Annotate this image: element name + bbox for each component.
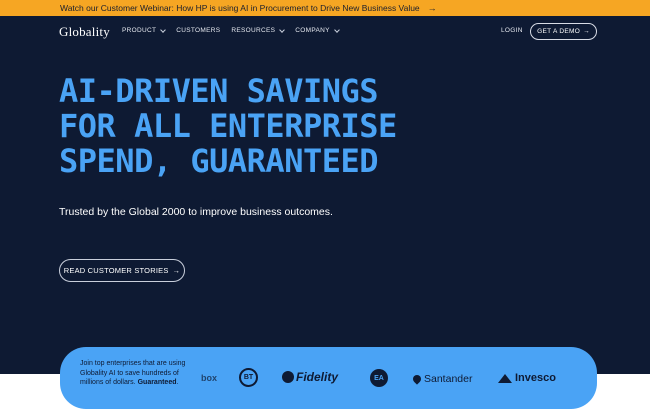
- nav-item-customers[interactable]: CUSTOMERS: [176, 27, 220, 34]
- arrow-right-icon: →: [583, 28, 590, 35]
- get-demo-label: GET A DEMO: [537, 28, 581, 35]
- fidelity-logo: Fidelity: [282, 370, 338, 384]
- login-link[interactable]: LOGIN: [501, 27, 523, 34]
- headline-line-1: AI-DRIVEN SAVINGS: [59, 72, 379, 110]
- invesco-logo: Invesco: [498, 372, 556, 384]
- read-customer-stories-button[interactable]: READ CUSTOMER STORIES →: [59, 259, 185, 282]
- nav-item-label: RESOURCES: [231, 27, 276, 34]
- hero-section: [0, 16, 650, 374]
- read-customer-stories-label: READ CUSTOMER STORIES: [63, 266, 169, 275]
- hero-headline: AI-DRIVEN SAVINGS FOR ALL ENTERPRISE SPE…: [59, 74, 479, 179]
- headline-line-3: SPEND, GUARANTEED: [59, 142, 379, 180]
- chevron-down-icon: [279, 26, 286, 33]
- nav-item-label: PRODUCT: [122, 27, 157, 34]
- arrow-right-icon: →: [427, 3, 437, 13]
- invesco-mountain-icon: [498, 373, 512, 383]
- headline-line-2: FOR ALL ENTERPRISE: [59, 107, 397, 145]
- logo-bar-blurb: Join top enterprises that are using Glob…: [80, 359, 195, 388]
- announcement-text[interactable]: Watch our Customer Webinar: How HP is us…: [60, 3, 420, 13]
- chevron-down-icon: [160, 26, 167, 33]
- fidelity-mark-icon: [282, 371, 294, 383]
- nav-item-resources[interactable]: RESOURCES: [231, 26, 286, 34]
- logo-bar-blurb-bold: Guaranteed: [137, 379, 177, 386]
- nav-item-product[interactable]: PRODUCT: [122, 26, 167, 34]
- invesco-wordmark: Invesco: [515, 372, 556, 384]
- customer-logo-bar: Join top enterprises that are using Glob…: [60, 347, 597, 409]
- nav-item-company[interactable]: COMPANY: [295, 26, 340, 34]
- box-logo: box: [201, 373, 218, 383]
- bt-logo: BT: [239, 368, 258, 387]
- get-demo-button[interactable]: GET A DEMO →: [530, 23, 597, 40]
- hero-subhead: Trusted by the Global 2000 to improve bu…: [59, 206, 333, 218]
- announcement-bar[interactable]: Watch our Customer Webinar: How HP is us…: [0, 0, 650, 16]
- chevron-down-icon: [333, 26, 340, 33]
- globality-logo[interactable]: Globality: [59, 24, 110, 40]
- logo-bar-blurb-end: .: [176, 379, 179, 386]
- nav-item-label: COMPANY: [295, 27, 330, 34]
- santander-logo: Santander: [411, 373, 473, 385]
- nav-item-label: CUSTOMERS: [176, 27, 221, 34]
- santander-wordmark: Santander: [424, 373, 473, 385]
- arrow-right-icon: →: [172, 266, 181, 275]
- fidelity-wordmark: Fidelity: [296, 370, 339, 384]
- santander-flame-icon: [411, 373, 423, 385]
- nav-menu: PRODUCT CUSTOMERS RESOURCES COMPANY: [122, 26, 340, 34]
- ea-logo: EA: [370, 369, 388, 387]
- top-nav: Globality PRODUCT CUSTOMERS RESOURCES CO…: [0, 16, 650, 46]
